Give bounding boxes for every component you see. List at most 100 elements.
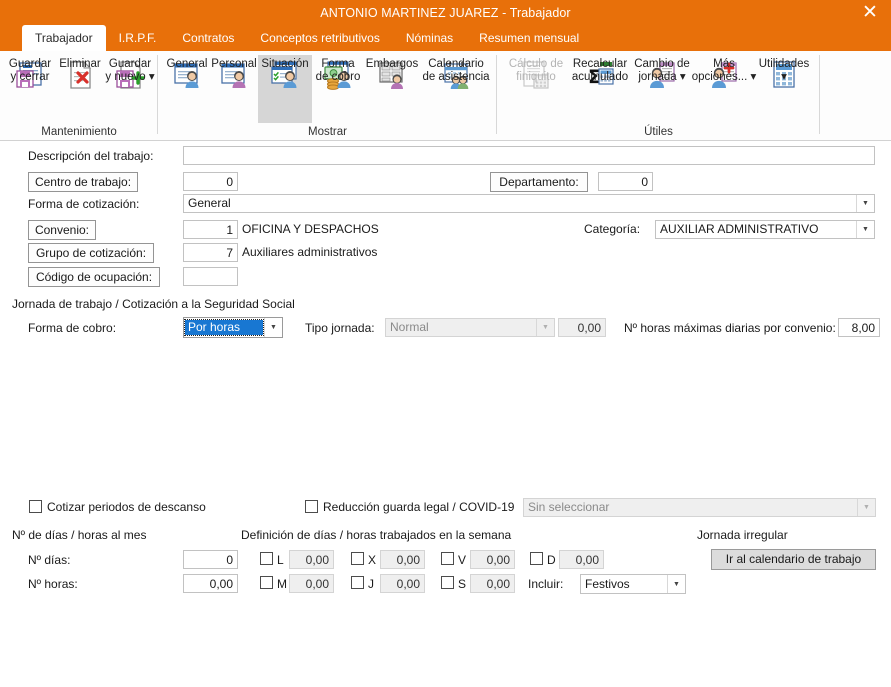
grupo-cotizacion-text: Auxiliares administrativos xyxy=(242,245,378,259)
convenio-code-input[interactable] xyxy=(183,220,238,239)
ribbon-group-utiles: Cálculo de finiquito Σ Recalcular acumul… xyxy=(497,51,820,140)
tipo-jornada-label: Tipo jornada: xyxy=(305,321,375,335)
ribbon-button-cambio-de-jornada[interactable]: Cambio de jornada ▾ xyxy=(631,55,693,93)
descripcion-trabajo-input[interactable] xyxy=(183,146,875,165)
ribbon-button-guardar-y-cerrar[interactable]: Guardar y cerrar xyxy=(4,55,56,93)
ribbon-button-mas-opciones[interactable]: Más opciones... ▾ xyxy=(691,55,757,93)
ribbon-button-general[interactable]: General xyxy=(164,55,210,93)
forma-cobro-select[interactable]: Por horas ▼ xyxy=(183,317,283,338)
weekday-checkbox-m[interactable] xyxy=(260,576,273,589)
categoria-value: AUXILIAR ADMINISTRATIVO xyxy=(660,222,819,236)
grupo-cotizacion-button[interactable]: Grupo de cotización: xyxy=(28,243,154,263)
forma-cotizacion-value: General xyxy=(188,196,231,210)
weekday-checkbox-l[interactable] xyxy=(260,552,273,565)
ribbon-button-label: Cambio de jornada ▾ xyxy=(634,58,690,83)
ribbon-button-guardar-y-nuevo[interactable]: Guardar y nuevo ▾ xyxy=(104,55,156,93)
tipo-jornada-number-input[interactable] xyxy=(558,318,606,337)
ribbon-button-label: Cálculo de finiquito xyxy=(508,58,564,83)
forma-cobro-value: Por horas xyxy=(184,319,264,336)
incluir-value: Festivos xyxy=(585,576,630,591)
weekday-hours-s[interactable] xyxy=(470,574,515,593)
ribbon-button-calendario-de-asistencia[interactable]: Calendario de asistencia xyxy=(420,55,492,93)
weekday-checkbox-s[interactable] xyxy=(441,576,454,589)
ribbon-button-label: Recalcular acumulado xyxy=(571,58,629,83)
ribbon-group-label: Mostrar xyxy=(308,126,347,138)
chevron-down-icon: ▼ xyxy=(536,319,554,336)
chevron-down-icon: ▼ xyxy=(856,195,874,212)
definicion-semana-title: Definición de días / horas trabajados en… xyxy=(241,528,512,542)
ribbon-button-label: Guardar y nuevo ▾ xyxy=(105,58,155,83)
departamento-input[interactable] xyxy=(598,172,653,191)
cotizar-descanso-label: Cotizar periodos de descanso xyxy=(47,500,206,514)
cotizar-descanso-checkbox[interactable] xyxy=(29,500,42,513)
tab-resumen-mensual[interactable]: Resumen mensual xyxy=(466,25,592,51)
ribbon-button-personal[interactable]: Personal xyxy=(210,55,258,93)
ir-al-calendario-button[interactable]: Ir al calendario de trabajo xyxy=(711,549,876,570)
main-tabstrip: Trabajador I.R.P.F. Contratos Conceptos … xyxy=(0,25,891,51)
incluir-select[interactable]: Festivos ▼ xyxy=(580,574,686,594)
tab-conceptos-retributivos[interactable]: Conceptos retributivos xyxy=(247,25,392,51)
weekday-label-v: V xyxy=(458,553,467,567)
ribbon-button-utilidades[interactable]: Utilidades ▾ xyxy=(755,55,813,93)
tipo-jornada-select[interactable]: Normal ▼ xyxy=(385,318,555,337)
ribbon-button-situacion[interactable]: Situación xyxy=(258,55,312,123)
ribbon-toolbar: Guardar y cerrar Eliminar Guardar y nuev… xyxy=(0,51,891,141)
weekday-checkbox-d[interactable] xyxy=(530,552,543,565)
ribbon-button-label: Más opciones... ▾ xyxy=(691,58,757,83)
forma-cotizacion-select[interactable]: General ▼ xyxy=(183,194,875,213)
reduccion-guarda-legal-checkbox[interactable] xyxy=(305,500,318,513)
weekday-label-m: M xyxy=(277,577,287,591)
jornada-section-title: Jornada de trabajo / Cotización a la Seg… xyxy=(12,297,295,311)
ribbon-button-recalcular-acumulado[interactable]: Σ Recalcular acumulado xyxy=(569,55,631,93)
weekday-hours-l[interactable] xyxy=(289,550,334,569)
descripcion-trabajo-label: Descripción del trabajo: xyxy=(28,149,154,163)
n-dias-label: Nº días: xyxy=(28,553,71,567)
ribbon-button-label: Calendario de asistencia xyxy=(422,58,490,83)
tab-nominas[interactable]: Nóminas xyxy=(393,25,466,51)
ribbon-button-label: Situación xyxy=(261,58,309,70)
ribbon-button-embargos[interactable]: Embargos xyxy=(364,55,420,93)
ribbon-button-calculo-de-finiquito[interactable]: Cálculo de finiquito xyxy=(503,55,569,93)
n-horas-label: Nº horas: xyxy=(28,577,78,591)
weekday-hours-m[interactable] xyxy=(289,574,334,593)
weekday-hours-d[interactable] xyxy=(559,550,604,569)
weekday-checkbox-v[interactable] xyxy=(441,552,454,565)
window-titlebar: ANTONIO MARTINEZ JUAREZ - Trabajador ✕ xyxy=(0,0,891,25)
reduccion-guarda-legal-label: Reducción guarda legal / COVID-19 xyxy=(323,500,515,514)
ribbon-button-label: General xyxy=(166,58,208,70)
grupo-cotizacion-code-input[interactable] xyxy=(183,243,238,262)
n-horas-input[interactable] xyxy=(183,574,238,593)
convenio-button[interactable]: Convenio: xyxy=(28,220,96,240)
tab-irpf[interactable]: I.R.P.F. xyxy=(106,25,170,51)
tab-contratos[interactable]: Contratos xyxy=(169,25,247,51)
weekday-label-x: X xyxy=(368,553,377,567)
ribbon-group-label: Mantenimiento xyxy=(41,126,117,138)
categoria-select[interactable]: AUXILIAR ADMINISTRATIVO ▼ xyxy=(655,220,875,239)
weekday-hours-v[interactable] xyxy=(470,550,515,569)
ribbon-group-separator xyxy=(819,55,820,134)
ribbon-button-forma-de-cobro[interactable]: Forma de cobro xyxy=(312,55,364,93)
ribbon-button-label: Utilidades ▾ xyxy=(758,58,810,83)
chevron-down-icon: ▼ xyxy=(857,499,875,516)
weekday-checkbox-j[interactable] xyxy=(351,576,364,589)
ribbon-group-mantenimiento: Guardar y cerrar Eliminar Guardar y nuev… xyxy=(0,51,158,140)
reduccion-guarda-legal-select[interactable]: Sin seleccionar ▼ xyxy=(523,498,876,517)
ribbon-button-eliminar[interactable]: Eliminar xyxy=(56,55,104,93)
tab-trabajador[interactable]: Trabajador xyxy=(22,25,106,51)
weekday-label-l: L xyxy=(277,553,284,567)
weekday-checkbox-x[interactable] xyxy=(351,552,364,565)
weekday-hours-j[interactable] xyxy=(380,574,425,593)
n-dias-input[interactable] xyxy=(183,550,238,569)
codigo-ocupacion-button[interactable]: Código de ocupación: xyxy=(28,267,160,287)
weekday-label-s: S xyxy=(458,577,467,591)
weekday-hours-x[interactable] xyxy=(380,550,425,569)
window-title: ANTONIO MARTINEZ JUAREZ - Trabajador xyxy=(320,5,571,20)
horas-maximas-input[interactable] xyxy=(838,318,880,337)
ribbon-button-label: Embargos xyxy=(365,58,419,70)
departamento-button[interactable]: Departamento: xyxy=(490,172,588,192)
close-icon[interactable]: ✕ xyxy=(855,0,885,25)
codigo-ocupacion-input[interactable] xyxy=(183,267,238,286)
ribbon-group-mostrar: General Personal Situación Forma de cobr… xyxy=(158,51,497,140)
centro-trabajo-button[interactable]: Centro de trabajo: xyxy=(28,172,138,192)
centro-trabajo-input[interactable] xyxy=(183,172,238,191)
